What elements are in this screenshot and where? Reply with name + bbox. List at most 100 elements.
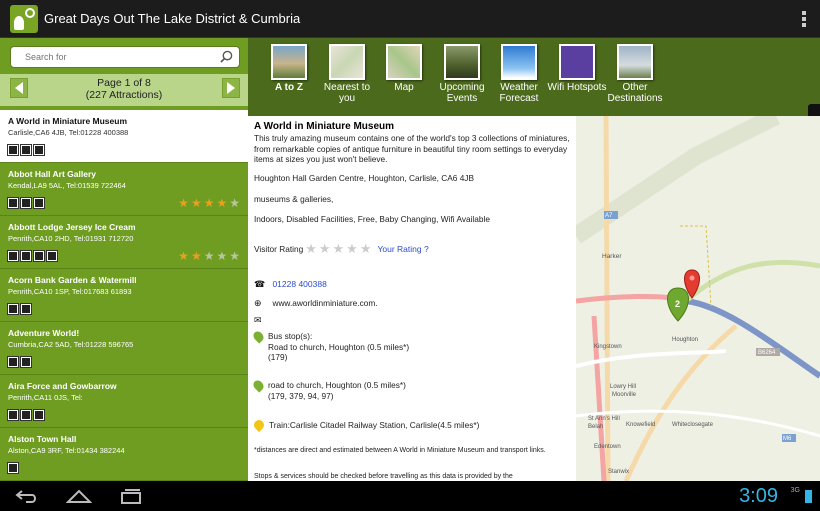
map-label-a7: A7	[605, 213, 613, 219]
star-icon: ★	[178, 249, 189, 263]
tab-map[interactable]: Map	[373, 44, 435, 93]
indoor-icon	[7, 197, 19, 209]
email-row[interactable]: ✉	[254, 310, 264, 328]
attraction-detail: A World in Miniature Museum This truly a…	[248, 116, 576, 481]
building-icon	[46, 250, 58, 262]
star-rating: ★ ★ ★ ★ ★	[178, 250, 240, 262]
star-icon: ★	[229, 249, 240, 263]
cafe-icon	[7, 356, 19, 368]
signpost-icon	[617, 44, 653, 80]
attraction-address: Alston,CA9 3RF, Tel:01434 382244	[8, 446, 125, 455]
price-icon	[33, 250, 45, 262]
wheelchair-icon	[33, 197, 45, 209]
tab-wifi[interactable]: Wifi Hotspots	[546, 44, 608, 93]
bus-routes: (179, 379, 94, 97)	[268, 390, 334, 401]
attraction-list-panel: Page 1 of 8 (227 Attractions) A World in…	[0, 38, 248, 481]
app-logo-icon[interactable]	[10, 4, 38, 33]
home-icon[interactable]	[66, 488, 92, 504]
tab-weather[interactable]: Weather Forecast	[488, 44, 550, 104]
back-icon[interactable]	[14, 488, 40, 504]
map-label-houghton: Houghton	[672, 337, 698, 343]
facility-icons	[7, 356, 32, 368]
map-label-m6: M6	[783, 436, 792, 442]
facility-icons	[7, 144, 45, 156]
attraction-name: Abbot Hall Art Gallery	[8, 169, 97, 179]
attraction-address: Penrith,CA10 1SP, Tel:017683 61893	[8, 287, 132, 296]
parking-icon	[33, 409, 45, 421]
wheelchair-icon	[33, 144, 45, 156]
website-link[interactable]: www.aworldinminiature.com.	[272, 298, 377, 308]
tab-a-to-z[interactable]: A to Z	[258, 44, 320, 93]
your-rating-link[interactable]: Your Rating ?	[377, 244, 428, 254]
page-indicator: Page 1 of 8	[97, 77, 151, 89]
list-item[interactable]: Abbot Hall Art Gallery Kendal,LA9 5AL, T…	[0, 163, 248, 216]
visitor-rating: Visitor Rating ★ ★ ★ ★ ★ Your Rating ?	[254, 241, 429, 257]
map-label-belah: Belah	[588, 424, 603, 430]
detail-title: A World in Miniature Museum	[254, 121, 395, 132]
attraction-address: Penrith,CA10 2HD, Tel:01931 712720	[8, 234, 134, 243]
weather-icon	[501, 44, 537, 80]
list-item[interactable]: Adventure World! Cumbria,CA2 5AD, Tel:01…	[0, 322, 248, 375]
email-icon[interactable]: ✉	[254, 315, 264, 326]
list-item[interactable]: Alston Town Hall Alston,CA9 3RF, Tel:014…	[0, 428, 248, 481]
search-box[interactable]	[10, 46, 240, 68]
attraction-address: Cumbria,CA2 5AD, Tel:01228 596765	[8, 340, 134, 349]
bus-stop-1: Bus stop(s): Road to church, Houghton (0…	[251, 329, 410, 363]
pager: Page 1 of 8 (227 Attractions)	[0, 74, 248, 106]
tab-other-destinations[interactable]: Other Destinations	[604, 44, 666, 104]
star-icon[interactable]: ★	[305, 241, 317, 257]
search-icon[interactable]	[220, 50, 233, 63]
pager-text: Page 1 of 8 (227 Attractions)	[0, 77, 248, 101]
nearest-map-icon	[329, 44, 365, 80]
signal-indicator: 3G	[790, 487, 800, 494]
cafe-icon	[7, 250, 19, 262]
detail-address: Houghton Hall Garden Centre, Houghton, C…	[254, 173, 474, 183]
star-icon[interactable]: ★	[346, 241, 358, 257]
status-clock: 3:09	[739, 485, 778, 507]
search-input[interactable]	[25, 52, 205, 62]
tab-label: A to Z	[275, 82, 303, 93]
bus-stop-icon	[251, 329, 266, 344]
map-view[interactable]: Harker Houghton Kingstown Lowry Hill Moo…	[576, 116, 820, 481]
tab-label: Nearest to you	[323, 82, 371, 104]
map-label-harker: Harker	[602, 253, 622, 260]
bus-stop-name: Road to church, Houghton (0.5 miles*)	[268, 341, 410, 352]
attraction-name: Aira Force and Gowbarrow	[8, 381, 117, 391]
list-item[interactable]: Abbott Lodge Jersey Ice Cream Penrith,CA…	[0, 216, 248, 269]
tab-nearest[interactable]: Nearest to you	[316, 44, 378, 104]
category-toolbar: A to Z Nearest to you Map Upcoming Event…	[248, 38, 820, 160]
outdoor-icon	[7, 409, 19, 421]
arrow-right-icon	[227, 82, 235, 94]
tab-label: Upcoming Events	[439, 82, 485, 104]
star-icon[interactable]: ★	[360, 241, 372, 257]
star-icon: ★	[178, 196, 189, 210]
phone-link[interactable]: 01228 400388	[272, 279, 326, 289]
system-navigation-bar: 3:09 3G	[0, 481, 820, 511]
wifi-icon	[559, 44, 595, 80]
attraction-list: A World in Miniature Museum Carlisle,CA6…	[0, 110, 248, 481]
star-rating: ★ ★ ★ ★ ★	[178, 197, 240, 209]
star-icon: ★	[229, 196, 240, 210]
list-item[interactable]: A World in Miniature Museum Carlisle,CA6…	[0, 110, 248, 163]
events-icon	[444, 44, 480, 80]
attraction-name: Adventure World!	[8, 328, 80, 338]
phone-row: ☎ 01228 400388	[254, 274, 327, 292]
attraction-name: Abbott Lodge Jersey Ice Cream	[8, 222, 136, 232]
phone-icon: ☎	[254, 279, 266, 289]
map-label-stanwix: Stanwix	[608, 469, 629, 475]
recent-apps-icon[interactable]	[118, 488, 144, 504]
next-page-button[interactable]	[222, 78, 240, 98]
tab-events[interactable]: Upcoming Events	[431, 44, 493, 104]
list-item[interactable]: Acorn Bank Garden & Watermill Penrith,CA…	[0, 269, 248, 322]
list-item[interactable]: Aira Force and Gowbarrow Penrith,CA11 0J…	[0, 375, 248, 428]
dog-icon	[20, 409, 32, 421]
tab-label: Map	[394, 82, 414, 93]
train-info: Train:Carlisle Citadel Railway Station, …	[269, 420, 480, 430]
map-canvas[interactable]: Harker Houghton Kingstown Lowry Hill Moo…	[576, 116, 820, 481]
star-icon[interactable]: ★	[319, 241, 331, 257]
attraction-address: Kendal,LA9 5AL, Tel:01539 722464	[8, 181, 126, 190]
facility-icons	[7, 462, 19, 474]
overflow-menu-icon[interactable]	[802, 11, 806, 27]
map-label-whiteclosegate: Whiteclosegate	[672, 422, 714, 428]
star-icon[interactable]: ★	[333, 241, 345, 257]
